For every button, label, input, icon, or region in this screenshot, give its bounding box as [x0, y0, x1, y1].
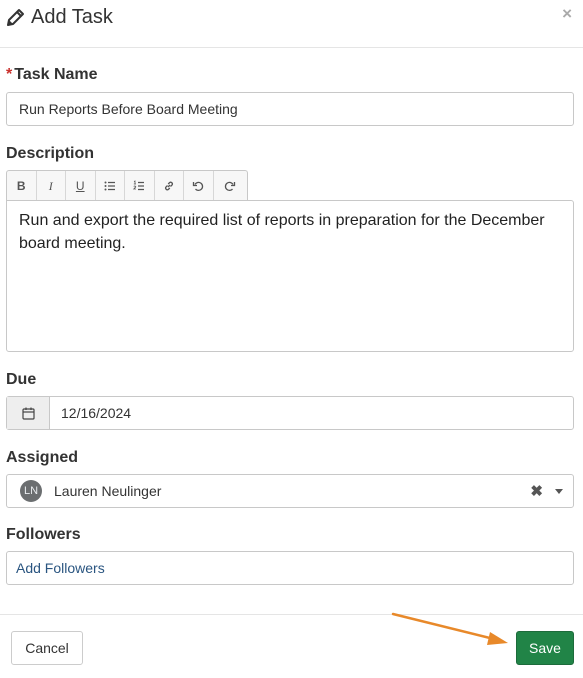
bullet-list-button[interactable] — [96, 171, 125, 201]
description-label: Description — [6, 145, 95, 162]
calendar-button[interactable] — [7, 397, 50, 429]
numbered-list-button[interactable] — [125, 171, 155, 201]
save-button[interactable]: Save — [516, 631, 574, 665]
chevron-down-icon[interactable] — [555, 488, 563, 494]
task-name-label-text: Task Name — [14, 66, 98, 83]
redo-icon — [224, 181, 236, 192]
task-name-input[interactable]: Run Reports Before Board Meeting — [6, 92, 574, 126]
task-name-label: * Task Name — [6, 66, 98, 84]
pencil-icon — [7, 9, 24, 26]
due-label: Due — [6, 371, 37, 388]
close-icon[interactable]: × — [562, 5, 572, 22]
description-editor[interactable]: Run and export the required list of repo… — [6, 200, 574, 352]
due-date-input[interactable]: 12/16/2024 — [50, 397, 573, 429]
assigned-label: Assigned — [6, 449, 79, 466]
calendar-icon — [21, 407, 35, 420]
italic-button[interactable]: I — [37, 171, 66, 201]
due-date-field: 12/16/2024 — [6, 396, 574, 430]
bullet-list-icon — [104, 181, 115, 191]
clear-icon[interactable]: ✖ — [530, 482, 543, 500]
dialog-footer — [0, 614, 583, 678]
underline-icon: U — [75, 179, 85, 193]
bold-button[interactable]: B — [7, 171, 37, 201]
italic-icon: I — [48, 178, 53, 193]
assignee-name: Lauren Neulinger — [54, 483, 162, 499]
dialog-header: Add Task × — [0, 0, 583, 48]
assigned-select[interactable]: LN Lauren Neulinger ✖ — [6, 474, 574, 508]
bold-icon: B — [16, 179, 26, 193]
cancel-button[interactable]: Cancel — [11, 631, 83, 665]
followers-label: Followers — [6, 526, 81, 543]
link-button[interactable] — [155, 171, 184, 201]
avatar: LN — [20, 480, 42, 502]
undo-button[interactable] — [184, 171, 214, 201]
undo-icon — [193, 181, 204, 192]
editor-toolbar: B I U — [6, 170, 248, 201]
dialog-title-wrap: Add Task — [6, 4, 113, 30]
link-icon — [164, 181, 173, 191]
required-marker: * — [6, 66, 13, 83]
dialog-title: Add Task — [31, 5, 113, 28]
redo-button[interactable] — [214, 171, 247, 201]
followers-input[interactable]: Add Followers — [6, 551, 574, 585]
underline-button[interactable]: U — [66, 171, 96, 201]
numbered-list-icon — [133, 180, 145, 191]
